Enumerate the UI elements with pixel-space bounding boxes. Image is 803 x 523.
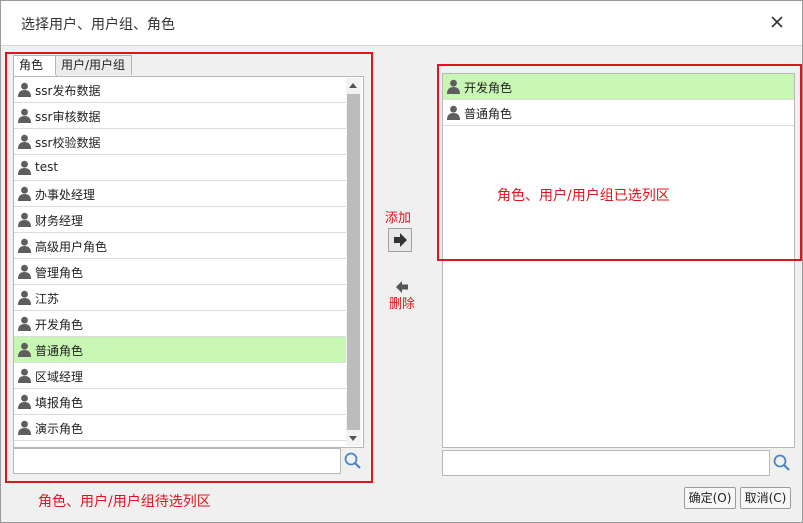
list-item[interactable]: 办事处经理	[14, 181, 346, 207]
list-item[interactable]: 填报角色	[14, 389, 346, 415]
remove-label: 删除	[389, 297, 416, 312]
user-icon	[17, 82, 32, 97]
user-icon	[17, 108, 32, 123]
list-item[interactable]: 演示角色	[14, 415, 346, 441]
user-icon	[17, 264, 32, 279]
tab-label: 用户/用户组	[61, 58, 126, 72]
list-item-label: 财务经理	[35, 214, 84, 228]
list-item-label: 普通角色	[35, 344, 84, 358]
available-list[interactable]: ssr发布数据 ssr审核数据 ssr校验数据 test 办事处经理财务经理高级用户角色…	[13, 76, 364, 448]
user-icon	[17, 420, 32, 435]
available-search-field[interactable]	[13, 448, 341, 474]
close-icon[interactable]	[766, 11, 788, 33]
add-label: 添加	[385, 211, 412, 226]
list-item-label: 开发角色	[35, 318, 84, 332]
list-item[interactable]: test	[14, 155, 346, 181]
list-item-label: ssr审核数据	[35, 110, 101, 124]
search-icon[interactable]	[343, 451, 363, 471]
available-list-scrollbar[interactable]	[346, 78, 361, 446]
list-item[interactable]: ssr发布数据	[14, 77, 346, 103]
ok-button[interactable]: 确定(O)	[684, 487, 736, 509]
list-item[interactable]: 江苏	[14, 285, 346, 311]
user-icon	[17, 394, 32, 409]
selected-annotation: 角色、用户/用户组已选列区	[497, 188, 670, 204]
list-item-label: ssr发布数据	[35, 84, 101, 98]
user-icon	[17, 316, 32, 331]
list-item[interactable]: 高级用户角色	[14, 233, 346, 259]
list-item-label: ssr校验数据	[35, 136, 101, 150]
selected-search-field[interactable]	[442, 450, 770, 476]
tab-label: 角色	[19, 58, 44, 72]
user-icon	[17, 212, 32, 227]
list-item[interactable]: 普通角色	[14, 337, 346, 363]
user-icon	[17, 238, 32, 253]
list-item-label: test	[35, 160, 59, 174]
search-icon[interactable]	[772, 453, 792, 473]
available-search-input[interactable]	[16, 451, 336, 471]
selected-search-input[interactable]	[445, 453, 765, 473]
scroll-up-icon[interactable]	[349, 83, 357, 88]
title-bar: 选择用户、用户组、角色	[1, 1, 802, 46]
list-item[interactable]: 区域经理	[14, 363, 346, 389]
list-item[interactable]: 财务经理	[14, 207, 346, 233]
list-item[interactable]: ssr审核数据	[14, 103, 346, 129]
list-item[interactable]: 管理角色	[14, 259, 346, 285]
list-item[interactable]: 开发角色	[14, 311, 346, 337]
list-item-label: 填报角色	[35, 396, 84, 410]
selected-panel-highlight	[437, 64, 802, 261]
arrow-right-icon	[394, 233, 407, 247]
available-annotation: 角色、用户/用户组待选列区	[38, 494, 211, 510]
list-item-label: 高级用户角色	[35, 240, 108, 254]
remove-button[interactable]	[394, 280, 410, 294]
list-item-label: 演示角色	[35, 422, 84, 436]
scroll-down-icon[interactable]	[349, 436, 357, 441]
list-item-label: 江苏	[35, 292, 60, 306]
user-icon	[17, 134, 32, 149]
tab-users-groups[interactable]: 用户/用户组	[55, 55, 132, 75]
list-item[interactable]: ssr校验数据	[14, 129, 346, 155]
list-item-label: 办事处经理	[35, 188, 96, 202]
dialog-title: 选择用户、用户组、角色	[21, 17, 175, 33]
user-icon	[17, 186, 32, 201]
user-icon	[17, 290, 32, 305]
arrow-left-icon	[396, 281, 408, 293]
list-item-label: 区域经理	[35, 370, 84, 384]
tab-roles[interactable]: 角色	[13, 55, 57, 76]
user-icon	[17, 368, 32, 383]
user-icon	[17, 160, 32, 175]
user-icon	[17, 342, 32, 357]
list-item-label: 管理角色	[35, 266, 84, 280]
scrollbar-thumb[interactable]	[347, 94, 360, 430]
add-button[interactable]	[388, 228, 412, 252]
cancel-button[interactable]: 取消(C)	[740, 487, 791, 509]
